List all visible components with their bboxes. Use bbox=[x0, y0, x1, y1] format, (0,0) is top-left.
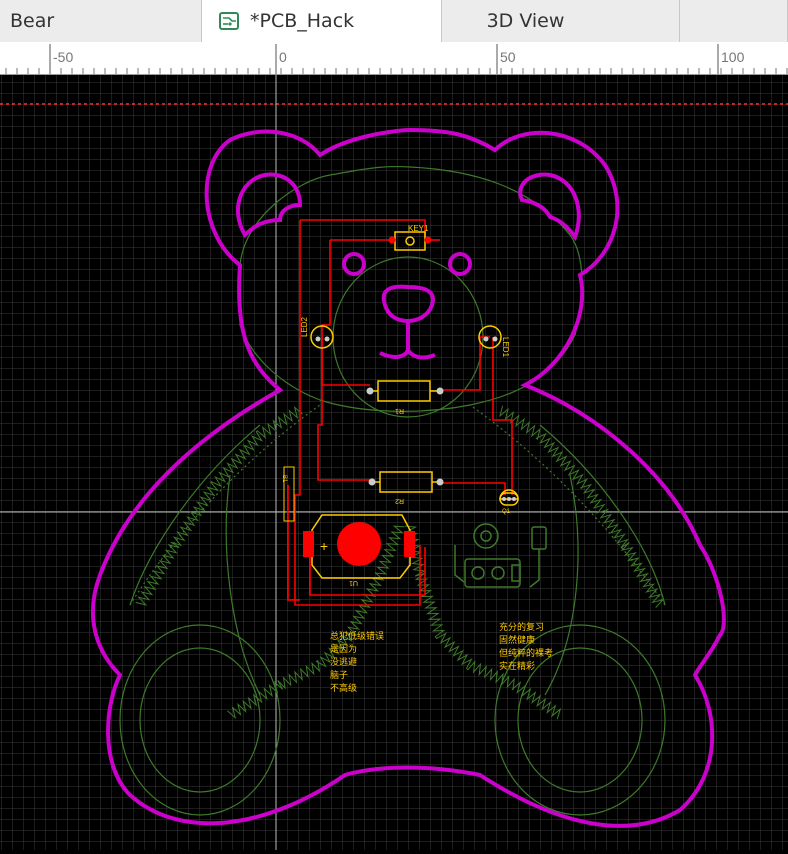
silk-line: 固然健康 bbox=[499, 634, 535, 645]
led2-label: LED2 bbox=[300, 316, 309, 337]
b1-label: B1 bbox=[281, 475, 287, 483]
silk-line: 实在精彩 bbox=[499, 660, 535, 671]
led1-label: LED1 bbox=[501, 337, 510, 358]
tab-label: *PCB_Hack bbox=[250, 10, 355, 32]
ruler-label: -50 bbox=[53, 49, 73, 65]
silk-line: 充分的复习 bbox=[499, 621, 544, 632]
ruler-label: 0 bbox=[279, 49, 287, 65]
tab-bar-filler bbox=[680, 0, 788, 42]
silk-line: 是因为 bbox=[330, 643, 357, 654]
ruler-label: 50 bbox=[500, 49, 516, 65]
silk-line: 不高级 bbox=[330, 682, 357, 693]
silk-line: 但纯粹的裸考 bbox=[499, 647, 553, 658]
tab-label: Bear bbox=[10, 10, 55, 32]
tab-label: 3D View bbox=[486, 10, 565, 32]
r1-label: R1 bbox=[395, 407, 404, 414]
battery-plus: + bbox=[320, 538, 328, 554]
pcb-board-icon bbox=[218, 10, 240, 32]
tab-3d-view[interactable]: 3D View bbox=[442, 0, 680, 42]
grid bbox=[0, 75, 788, 850]
u1-label: U1 bbox=[349, 579, 358, 586]
key1-label: KEY1 bbox=[408, 224, 429, 233]
r2-label: R2 bbox=[395, 497, 404, 504]
q1-label: Q1 bbox=[502, 509, 511, 515]
tab-bear[interactable]: Bear bbox=[0, 0, 202, 42]
silk-line: 总犯低级错误 bbox=[330, 630, 384, 641]
tab-pcb-hack[interactable]: *PCB_Hack bbox=[202, 0, 442, 42]
tab-bar: Bear *PCB_Hack 3D View bbox=[0, 0, 788, 43]
pcb-canvas[interactable]: KEY1 LED2 LED1 R1 R2 Q1 + U1 B1 总犯低级错误 是… bbox=[0, 75, 788, 850]
silk-line: 脑子 bbox=[330, 669, 348, 680]
silk-line: 没逃避 bbox=[330, 656, 357, 667]
horizontal-ruler[interactable]: -50 0 50 100 bbox=[0, 42, 788, 75]
ruler-label: 100 bbox=[721, 49, 745, 65]
